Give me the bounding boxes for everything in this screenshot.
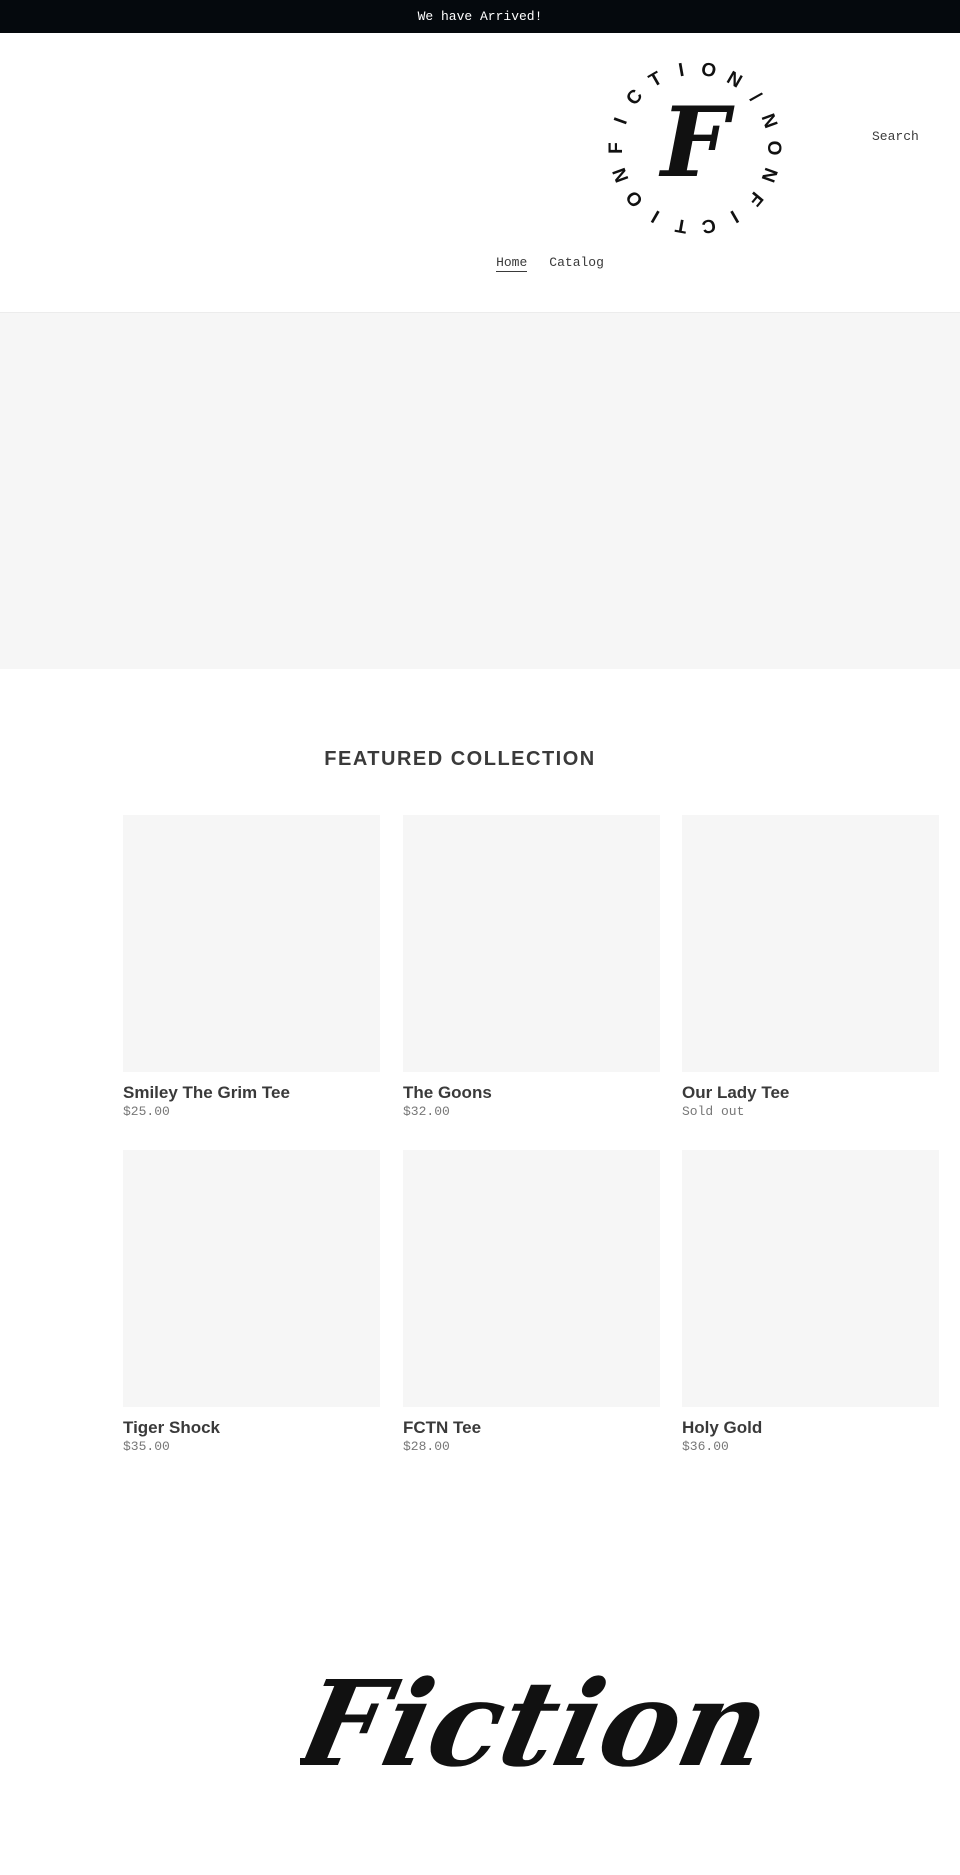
product-card[interactable]: Tiger Shock $35.00 xyxy=(123,1150,380,1454)
logo-ring-letter: N xyxy=(757,111,781,131)
hero-banner xyxy=(0,313,960,669)
product-card[interactable]: Smiley The Grim Tee $25.00 xyxy=(123,815,380,1119)
product-name: Tiger Shock xyxy=(123,1418,220,1437)
fiction-logo-icon: FICT I O N/NONFICTION F xyxy=(606,59,784,237)
site-header: F I C T I O N / N O N F I C T I O N F Search Home Catalog xyxy=(0,33,960,313)
product-price: $28.00 xyxy=(403,1439,450,1454)
product-image xyxy=(123,815,380,1072)
announcement-bar: We have Arrived! xyxy=(0,0,960,33)
logo-ring-letter: / xyxy=(745,89,765,107)
nav-catalog[interactable]: Catalog xyxy=(549,255,604,272)
product-name: Smiley The Grim Tee xyxy=(123,1083,290,1102)
logo-ring-letter: F xyxy=(606,142,627,154)
product-price: Sold out xyxy=(682,1104,745,1119)
product-price: $35.00 xyxy=(123,1439,170,1454)
logo-ring-letter: O xyxy=(622,186,648,211)
fiction-script-logo: Fiction xyxy=(300,1655,760,1793)
product-card[interactable]: Our Lady Tee Sold out xyxy=(682,815,939,1119)
main-nav: Home Catalog xyxy=(70,255,960,272)
footer-logo-text: Fiction xyxy=(300,1655,760,1793)
logo-ring-letter: C xyxy=(622,85,647,109)
logo-ring-letter: C xyxy=(700,214,717,237)
product-name: Our Lady Tee xyxy=(682,1083,790,1102)
logo-ring-letter: O xyxy=(763,141,784,156)
product-card[interactable]: The Goons $32.00 xyxy=(403,815,660,1119)
logo-ring-letter: O xyxy=(700,59,718,82)
logo-ring-letter: I xyxy=(610,115,632,127)
product-image xyxy=(682,815,939,1072)
product-image xyxy=(403,1150,660,1407)
product-price: $32.00 xyxy=(403,1104,450,1119)
product-name: Holy Gold xyxy=(682,1418,763,1437)
product-card[interactable]: FCTN Tee $28.00 xyxy=(403,1150,660,1454)
logo-ring-letter: T xyxy=(673,214,688,237)
nav-home[interactable]: Home xyxy=(496,255,528,272)
product-name: The Goons xyxy=(403,1083,492,1102)
logo-ring-letter: I xyxy=(727,206,742,227)
product-card[interactable]: Holy Gold $36.00 xyxy=(682,1150,939,1454)
logo-ring-letter: N xyxy=(609,165,633,185)
logo-ring-letter: N xyxy=(757,165,781,185)
product-name: FCTN Tee xyxy=(403,1418,482,1437)
logo-monogram: F xyxy=(658,86,735,199)
logo-ring-letter: I xyxy=(648,206,663,227)
product-image xyxy=(682,1150,939,1407)
announcement-text: We have Arrived! xyxy=(417,9,543,24)
product-image xyxy=(123,1150,380,1407)
product-price: $36.00 xyxy=(682,1439,729,1454)
logo-ring-letter: I xyxy=(677,60,686,82)
site-logo-link[interactable]: F I C T I O N / N O N F I C T I O N F xyxy=(600,53,790,243)
product-image xyxy=(403,815,660,1072)
search-link[interactable]: Search xyxy=(872,129,919,144)
logo-ring-letter: F xyxy=(743,187,767,209)
product-price: $25.00 xyxy=(123,1104,170,1119)
featured-collection-title: FEATURED COLLECTION xyxy=(324,748,596,770)
